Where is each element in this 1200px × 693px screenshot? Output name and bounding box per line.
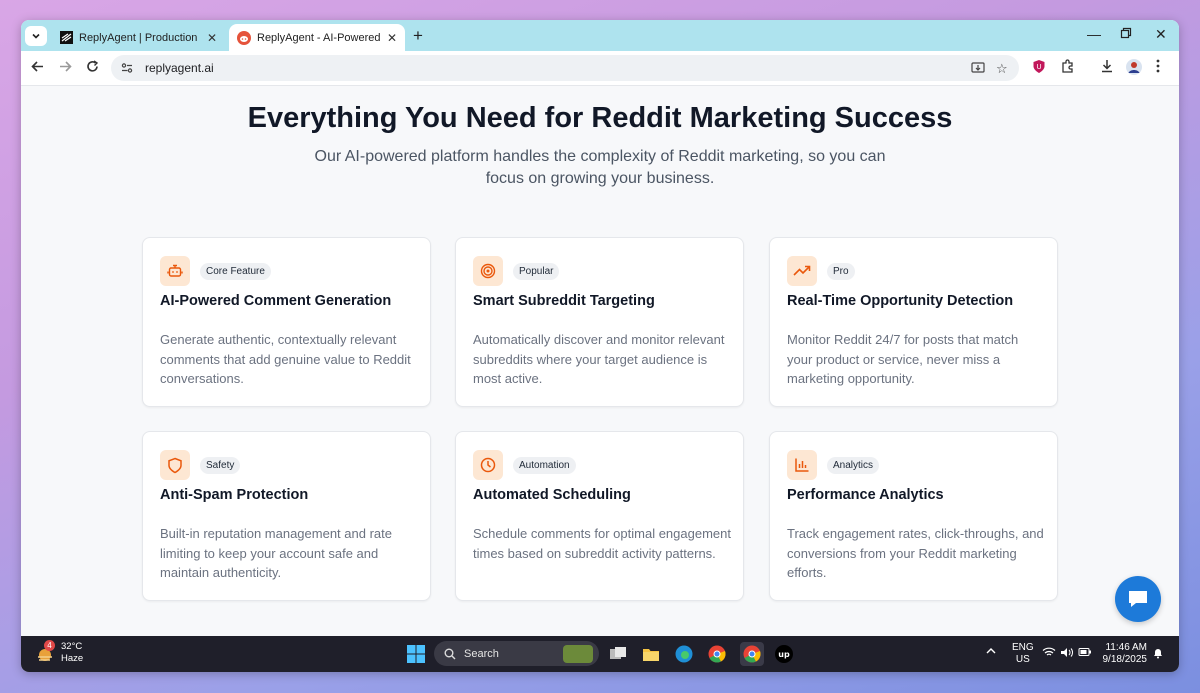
feature-description: Schedule comments for optimal engagement… — [473, 526, 731, 561]
taskbar-search[interactable]: Search — [434, 641, 599, 666]
feature-badge: Core Feature — [200, 263, 271, 280]
target-icon — [473, 256, 503, 286]
close-icon[interactable]: ✕ — [387, 31, 397, 45]
new-tab-button[interactable]: + — [413, 26, 423, 46]
browser-window: ReplyAgent | Production | Sanit ✕ ReplyA… — [21, 20, 1179, 672]
battery-icon[interactable] — [1078, 647, 1092, 661]
browser-toolbar: replyagent.ai ☆ U — [21, 51, 1179, 86]
feature-description: Automatically discover and monitor relev… — [473, 332, 725, 386]
feature-title: Real-Time Opportunity Detection — [787, 293, 1014, 309]
wifi-icon[interactable] — [1042, 647, 1056, 661]
reddit-favicon-icon — [237, 30, 251, 45]
svg-text:U: U — [1036, 63, 1041, 71]
clock-icon — [473, 450, 503, 480]
feature-badge: Analytics — [827, 457, 880, 474]
back-arrow-icon[interactable] — [31, 60, 44, 77]
weather-widget[interactable]: 4 32°C Haze — [35, 640, 84, 665]
site-info-icon[interactable] — [119, 60, 135, 76]
search-icon — [444, 648, 456, 659]
feature-description: Generate authentic, contextually relevan… — [160, 332, 411, 386]
task-view-icon[interactable] — [608, 644, 628, 664]
feature-description: Built-in reputation management and rate … — [160, 526, 392, 580]
reload-icon[interactable] — [86, 60, 99, 77]
minimize-icon[interactable]: — — [1087, 26, 1101, 42]
clock[interactable]: 11:46 AM 9/18/2025 — [1101, 642, 1148, 666]
clock-date: 9/18/2025 — [1102, 654, 1148, 665]
feature-title: Anti-Spam Protection — [160, 487, 309, 503]
profile-avatar[interactable] — [1126, 59, 1142, 78]
more-menu-icon[interactable] — [1156, 59, 1160, 76]
svg-text:up: up — [778, 650, 790, 659]
window-close-icon[interactable]: ✕ — [1155, 26, 1167, 43]
tray-chevron-up-icon[interactable] — [986, 647, 996, 659]
notification-bell-icon[interactable] — [1152, 647, 1164, 663]
weather-desc: Haze — [61, 653, 84, 664]
feature-description: Track engagement rates, click-throughs, … — [787, 526, 1044, 580]
weather-icon: 4 — [35, 640, 55, 663]
windows-start-icon[interactable] — [406, 644, 426, 664]
feature-title: Smart Subreddit Targeting — [473, 293, 655, 309]
feature-card-analytics: Analytics Performance Analytics Track en… — [769, 431, 1058, 601]
tab-strip: ReplyAgent | Production | Sanit ✕ ReplyA… — [21, 20, 1179, 51]
upwork-icon[interactable]: up — [774, 644, 794, 664]
tab-title: ReplyAgent - AI-Powered Reddi — [257, 31, 381, 44]
bookmark-star-icon[interactable]: ☆ — [996, 61, 1008, 77]
extensions-puzzle-icon[interactable] — [1060, 59, 1075, 77]
restore-icon[interactable] — [1120, 26, 1132, 42]
file-explorer-icon[interactable] — [641, 644, 661, 664]
page-content: Everything You Need for Reddit Marketing… — [21, 86, 1179, 636]
feature-card-subreddit-targeting: Popular Smart Subreddit Targeting Automa… — [455, 237, 744, 407]
download-icon[interactable] — [1100, 59, 1114, 76]
search-highlight-icon — [563, 644, 593, 663]
sanity-favicon-icon — [59, 31, 73, 45]
install-app-icon[interactable] — [971, 61, 985, 78]
page-headline: Everything You Need for Reddit Marketing… — [247, 102, 953, 134]
os-taskbar: 4 32°C Haze Search up ENG US 11:46 AM 9/… — [21, 636, 1179, 672]
tab-replyagent[interactable]: ReplyAgent - AI-Powered Reddi ✕ — [229, 24, 405, 51]
weather-badge: 4 — [44, 640, 55, 651]
feature-description: Monitor Reddit 24/7 for posts that match… — [787, 332, 1019, 386]
search-placeholder: Search — [464, 647, 499, 660]
lang-top: ENG — [1012, 642, 1034, 653]
tab-sanity[interactable]: ReplyAgent | Production | Sanit ✕ — [51, 24, 225, 51]
edge-browser-icon[interactable] — [674, 644, 694, 664]
clock-time: 11:46 AM — [1105, 642, 1147, 653]
feature-card-comment-generation: Core Feature AI-Powered Comment Generati… — [142, 237, 431, 407]
weather-temp: 32°C — [61, 641, 83, 652]
close-icon[interactable]: ✕ — [207, 31, 217, 45]
feature-title: Automated Scheduling — [473, 487, 631, 503]
extension-shield-icon[interactable]: U — [1032, 59, 1046, 77]
feature-card-scheduling: Automation Automated Scheduling Schedule… — [455, 431, 744, 601]
feature-badge: Pro — [827, 263, 855, 280]
forward-arrow-icon[interactable] — [59, 60, 72, 77]
language-indicator[interactable]: ENG US — [1012, 642, 1034, 666]
chat-bubble-icon — [1129, 591, 1147, 607]
bar-chart-icon — [787, 450, 817, 480]
feature-title: Performance Analytics — [787, 487, 944, 503]
tab-title: ReplyAgent | Production | Sanit — [79, 31, 201, 44]
feature-card-anti-spam: Safety Anti-Spam Protection Built-in rep… — [142, 431, 431, 601]
feature-badge: Safety — [200, 457, 241, 474]
page-subheadline: Our AI-powered platform handles the comp… — [314, 148, 886, 187]
url-text: replyagent.ai — [145, 61, 214, 75]
tab-search-button[interactable] — [25, 26, 47, 46]
lang-bottom: US — [1015, 654, 1030, 665]
robot-icon — [160, 256, 190, 286]
chrome-profile-icon[interactable] — [740, 642, 764, 666]
address-bar[interactable]: replyagent.ai — [111, 55, 1019, 81]
shield-icon — [160, 450, 190, 480]
feature-title: AI-Powered Comment Generation — [160, 293, 392, 309]
chevron-down-icon — [32, 33, 40, 39]
trending-up-icon — [787, 256, 817, 286]
chrome-icon[interactable] — [707, 644, 727, 664]
feature-badge: Automation — [513, 457, 576, 474]
feature-card-opportunity-detection: Pro Real-Time Opportunity Detection Moni… — [769, 237, 1058, 407]
feature-badge: Popular — [513, 263, 560, 280]
chat-button[interactable] — [1115, 576, 1161, 622]
volume-icon[interactable] — [1060, 647, 1074, 662]
